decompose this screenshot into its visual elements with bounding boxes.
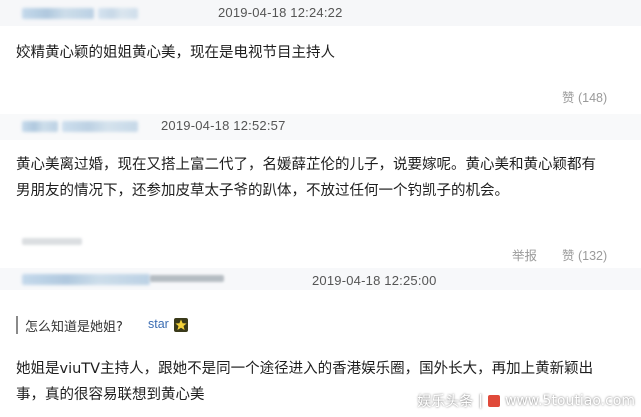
- quote-text: 怎么知道是她姐?: [25, 320, 123, 335]
- comment-timestamp: 2019-04-18 12:52:57: [161, 118, 286, 133]
- watermark-text: 娱乐头条: [417, 394, 474, 410]
- username-blurred[interactable]: [22, 274, 150, 285]
- watermark-separator: |: [478, 393, 484, 409]
- comment-text-line: 黄心美离过婚，现在又搭上富二代了，名媛薛芷伦的儿子，说要嫁呢。黄心美和黄心颖都有: [16, 157, 596, 173]
- like-button[interactable]: 赞 (132): [562, 245, 607, 264]
- username-blurred: [22, 238, 82, 245]
- comment-text-line: 她姐是viuTV主持人，跟她不是同一个途径进入的香港娱乐圈，国外长大，再加上黄新…: [16, 361, 594, 377]
- watermark-logo-icon: [488, 395, 501, 407]
- username-blurred[interactable]: [22, 8, 94, 19]
- watermark: 娱乐头条 | www.5toutiao.com: [417, 390, 635, 412]
- username-blurred[interactable]: [98, 8, 138, 19]
- comment-text: 姣精黄心颖的姐姐黄心美，现在是电视节目主持人: [16, 45, 335, 61]
- username-blurred[interactable]: [22, 121, 58, 132]
- quoted-username-link[interactable]: star: [148, 317, 169, 331]
- comment-text-line: 事，真的很容易联想到黄心美: [16, 387, 205, 403]
- quote-bar: [16, 316, 18, 334]
- like-button[interactable]: 赞 (148): [562, 87, 607, 106]
- star-badge-icon: [174, 318, 188, 332]
- report-button[interactable]: 举报: [512, 245, 537, 264]
- comment-timestamp: 2019-04-18 12:25:00: [312, 273, 437, 288]
- comment-timestamp: 2019-04-18 12:24:22: [218, 5, 343, 20]
- username-blurred[interactable]: [62, 121, 138, 132]
- username-blurred: [150, 275, 224, 282]
- comment-text-line: 男朋友的情况下，还参加皮草太子爷的趴体，不放过任何一个钓凯子的机会。: [16, 183, 509, 199]
- watermark-url: www.5toutiao.com: [505, 393, 635, 409]
